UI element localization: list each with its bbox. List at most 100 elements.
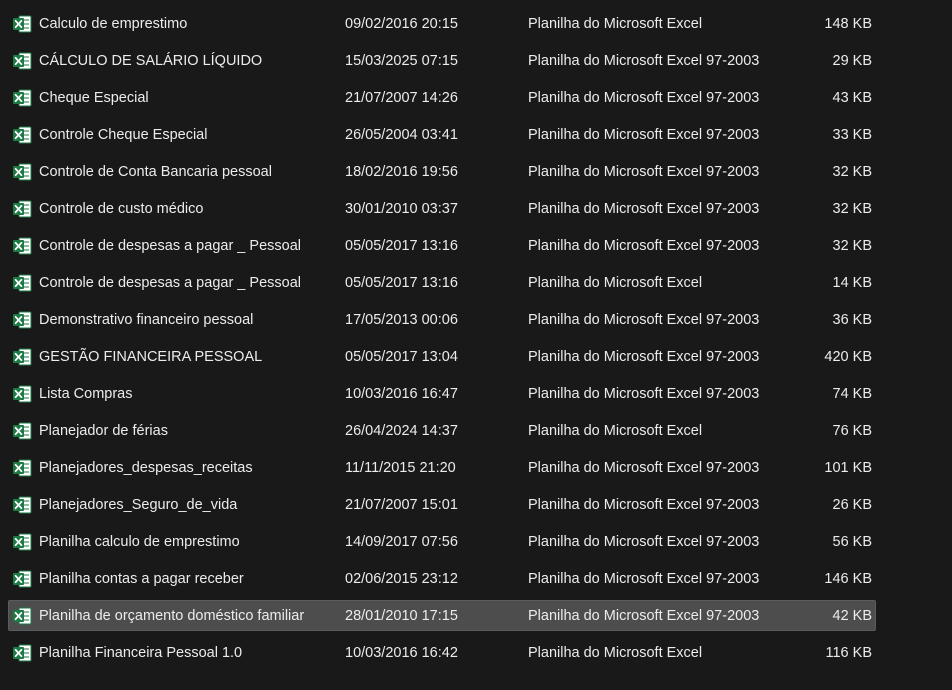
file-date-modified: 21/07/2007 15:01 <box>345 497 458 513</box>
file-size: 26 KB <box>832 497 873 513</box>
excel-file-icon <box>13 348 32 366</box>
file-size: 29 KB <box>832 53 873 69</box>
file-type: Planilha do Microsoft Excel 97-2003 <box>528 53 760 69</box>
excel-file-icon <box>13 311 32 329</box>
file-size: 148 KB <box>824 16 872 32</box>
file-date-modified: 30/01/2010 03:37 <box>345 201 458 217</box>
excel-file-icon <box>13 496 32 514</box>
excel-file-icon <box>13 237 32 255</box>
file-name: Planejadores_Seguro_de_vida <box>39 497 238 513</box>
file-size: 116 KB <box>825 645 873 661</box>
file-name: GESTÃO FINANCEIRA PESSOAL <box>39 349 263 365</box>
file-name: CÁLCULO DE SALÁRIO LÍQUIDO <box>39 53 263 69</box>
file-name: Planilha contas a pagar receber <box>39 571 244 587</box>
file-date-modified: 05/05/2017 13:16 <box>345 275 458 291</box>
file-type: Planilha do Microsoft Excel 97-2003 <box>528 201 760 217</box>
excel-file-icon <box>13 607 32 625</box>
file-type: Planilha do Microsoft Excel 97-2003 <box>528 608 760 624</box>
file-name: Demonstrativo financeiro pessoal <box>39 312 254 328</box>
file-row-2[interactable]: CÁLCULO DE SALÁRIO LÍQUIDO 15/03/2025 07… <box>0 43 952 80</box>
excel-file-icon <box>13 15 32 33</box>
file-type: Planilha do Microsoft Excel <box>528 275 703 291</box>
file-date-modified: 26/04/2024 14:37 <box>345 423 458 439</box>
file-size: 36 KB <box>832 312 873 328</box>
file-date-modified: 09/02/2016 20:15 <box>345 16 458 32</box>
file-date-modified: 10/03/2016 16:42 <box>345 645 458 661</box>
file-size: 76 KB <box>832 423 873 439</box>
excel-file-icon <box>13 644 32 662</box>
file-row-6[interactable]: Controle de custo médico 30/01/2010 03:3… <box>0 191 952 228</box>
file-name: Planilha Financeira Pessoal 1.0 <box>39 645 243 661</box>
file-size: 32 KB <box>832 164 873 180</box>
file-type: Planilha do Microsoft Excel <box>528 423 703 439</box>
file-date-modified: 05/05/2017 13:16 <box>345 238 458 254</box>
file-size: 101 KB <box>824 460 872 476</box>
file-row-3[interactable]: Cheque Especial 21/07/2007 14:26 Planilh… <box>0 80 952 117</box>
file-name: Controle de custo médico <box>39 201 204 217</box>
file-date-modified: 05/05/2017 13:04 <box>345 349 458 365</box>
file-row-9[interactable]: Demonstrativo financeiro pessoal 17/05/2… <box>0 302 952 339</box>
excel-file-icon <box>13 533 32 551</box>
file-date-modified: 11/11/2015 21:20 <box>345 460 456 476</box>
file-date-modified: 28/01/2010 17:15 <box>345 608 458 624</box>
file-name: Calculo de emprestimo <box>39 16 188 32</box>
file-date-modified: 26/05/2004 03:41 <box>345 127 458 143</box>
file-date-modified: 21/07/2007 14:26 <box>345 90 458 106</box>
file-type: Planilha do Microsoft Excel 97-2003 <box>528 238 760 254</box>
file-row-17[interactable]: Planilha de orçamento doméstico familiar… <box>0 598 952 635</box>
file-row-11[interactable]: Lista Compras 10/03/2016 16:47 Planilha … <box>0 376 952 413</box>
file-name: Controle de despesas a pagar _ Pessoal <box>39 275 301 291</box>
file-type: Planilha do Microsoft Excel 97-2003 <box>528 349 760 365</box>
file-type: Planilha do Microsoft Excel 97-2003 <box>528 164 760 180</box>
file-type: Planilha do Microsoft Excel 97-2003 <box>528 90 760 106</box>
file-size: 14 KB <box>832 275 873 291</box>
file-date-modified: 17/05/2013 00:06 <box>345 312 458 328</box>
file-type: Planilha do Microsoft Excel <box>528 645 703 661</box>
file-date-modified: 15/03/2025 07:15 <box>345 53 458 69</box>
file-name: Planejador de férias <box>39 423 168 439</box>
file-row-5[interactable]: Controle de Conta Bancaria pessoal 18/02… <box>0 154 952 191</box>
file-name: Planilha de orçamento doméstico familiar <box>39 608 305 624</box>
file-size: 74 KB <box>832 386 873 402</box>
file-name: Lista Compras <box>39 386 133 402</box>
file-row-14[interactable]: Planejadores_Seguro_de_vida 21/07/2007 1… <box>0 487 952 524</box>
file-row-7[interactable]: Controle de despesas a pagar _ Pessoal 0… <box>0 228 952 265</box>
file-type: Planilha do Microsoft Excel 97-2003 <box>528 571 760 587</box>
file-name: Planilha calculo de emprestimo <box>39 534 240 550</box>
file-size: 56 KB <box>832 534 873 550</box>
excel-file-icon <box>13 89 32 107</box>
file-type: Planilha do Microsoft Excel 97-2003 <box>528 127 760 143</box>
file-type: Planilha do Microsoft Excel <box>528 16 703 32</box>
file-row-15[interactable]: Planilha calculo de emprestimo 14/09/201… <box>0 524 952 561</box>
file-row-10[interactable]: GESTÃO FINANCEIRA PESSOAL 05/05/2017 13:… <box>0 339 952 376</box>
file-row-13[interactable]: Planejadores_despesas_receitas 11/11/201… <box>0 450 952 487</box>
excel-file-icon <box>13 200 32 218</box>
file-row-12[interactable]: Planejador de férias 26/04/2024 14:37 Pl… <box>0 413 952 450</box>
file-size: 32 KB <box>832 201 873 217</box>
file-row-1[interactable]: Calculo de emprestimo 09/02/2016 20:15 P… <box>0 6 952 43</box>
file-row-4[interactable]: Controle Cheque Especial 26/05/2004 03:4… <box>0 117 952 154</box>
file-type: Planilha do Microsoft Excel 97-2003 <box>528 312 760 328</box>
file-row-18[interactable]: Planilha Financeira Pessoal 1.0 10/03/20… <box>0 635 952 672</box>
file-row-8[interactable]: Controle de despesas a pagar _ Pessoal 0… <box>0 265 952 302</box>
file-name: Planejadores_despesas_receitas <box>39 460 253 476</box>
file-date-modified: 18/02/2016 19:56 <box>345 164 458 180</box>
file-size: 146 KB <box>824 571 872 587</box>
file-size: 420 KB <box>824 349 872 365</box>
excel-file-icon <box>13 52 32 70</box>
file-name: Controle Cheque Especial <box>39 127 208 143</box>
file-size: 42 KB <box>832 608 873 624</box>
file-name: Controle de despesas a pagar _ Pessoal <box>39 238 301 254</box>
file-list: Calculo de emprestimo 09/02/2016 20:15 P… <box>0 6 952 672</box>
excel-file-icon <box>13 570 32 588</box>
file-size: 43 KB <box>832 90 873 106</box>
excel-file-icon <box>13 163 32 181</box>
file-date-modified: 02/06/2015 23:12 <box>345 571 458 587</box>
excel-file-icon <box>13 126 32 144</box>
file-name: Controle de Conta Bancaria pessoal <box>39 164 272 180</box>
excel-file-icon <box>13 422 32 440</box>
file-type: Planilha do Microsoft Excel 97-2003 <box>528 534 760 550</box>
file-row-16[interactable]: Planilha contas a pagar receber 02/06/20… <box>0 561 952 598</box>
excel-file-icon <box>13 274 32 292</box>
file-name: Cheque Especial <box>39 90 149 106</box>
